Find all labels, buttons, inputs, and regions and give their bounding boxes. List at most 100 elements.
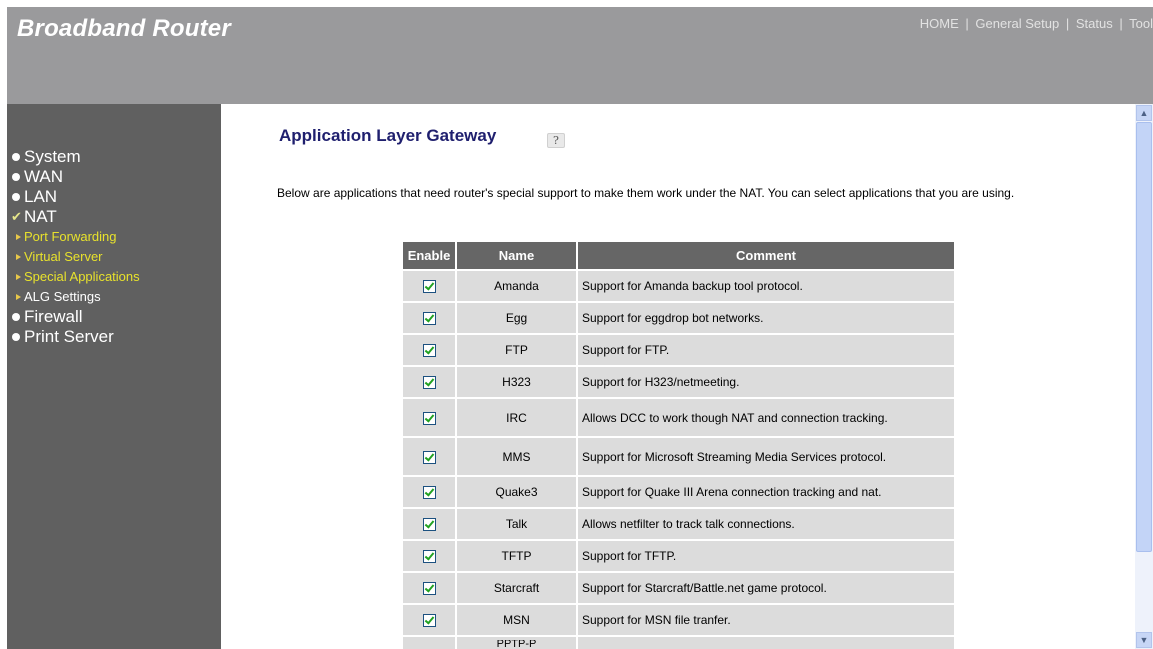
checkbox-checked-icon[interactable]: [422, 344, 436, 358]
triangle-right-icon: [16, 274, 21, 280]
brand-title: Broadband Router: [17, 15, 231, 42]
name-cell: PPTP-P: [457, 637, 576, 649]
bullet-icon: [12, 333, 20, 341]
submenu-virtual-server[interactable]: Virtual Server: [7, 247, 221, 267]
top-navigation: HOME | General Setup | Status | Tool: [920, 16, 1153, 31]
name-cell: MSN: [457, 605, 576, 635]
enable-cell: [403, 637, 455, 649]
table-row: PPTP-P: [403, 637, 954, 649]
name-cell: Starcraft: [457, 573, 576, 603]
nav-separator: |: [965, 16, 969, 31]
checkmark-icon: ✔: [11, 209, 22, 224]
checkbox-checked-icon[interactable]: [422, 376, 436, 390]
nav-tool-link[interactable]: Tool: [1129, 16, 1153, 31]
name-cell: FTP: [457, 335, 576, 365]
comment-cell: [578, 637, 954, 649]
vertical-scrollbar[interactable]: ▲ ▼: [1135, 104, 1153, 649]
enable-cell: [403, 605, 455, 635]
submenu-label: Special Applications: [24, 269, 140, 284]
table-row: H323 Support for H323/netmeeting.: [403, 367, 954, 397]
enable-cell: [403, 335, 455, 365]
nav-separator: |: [1065, 16, 1070, 31]
checkbox-checked-icon[interactable]: [422, 518, 436, 532]
name-cell-text: PPTP-P: [496, 640, 537, 649]
submenu-special-applications[interactable]: Special Applications: [7, 267, 221, 287]
comment-cell: Support for FTP.: [578, 335, 954, 365]
table-row: FTP Support for FTP.: [403, 335, 954, 365]
table-row: Talk Allows netfilter to track talk conn…: [403, 509, 954, 539]
router-page: Broadband Router HOME | General Setup | …: [7, 7, 1153, 649]
header-banner: Broadband Router HOME | General Setup | …: [7, 7, 1153, 104]
submenu-label: Port Forwarding: [24, 229, 117, 244]
sidebar-item-system[interactable]: System: [7, 147, 221, 167]
page-title: Application Layer Gateway: [279, 126, 497, 145]
submenu-alg-settings[interactable]: ALG Settings: [7, 287, 221, 307]
checkbox-checked-icon[interactable]: [422, 582, 436, 596]
sidebar-item-lan[interactable]: LAN: [7, 187, 221, 207]
column-header-comment: Comment: [578, 242, 954, 269]
checkbox-checked-icon[interactable]: [422, 486, 436, 500]
checkbox-checked-icon[interactable]: [422, 550, 436, 564]
page-description: Below are applications that need router'…: [277, 186, 1015, 200]
sidebar-item-wan[interactable]: WAN: [7, 167, 221, 187]
enable-cell: [403, 477, 455, 507]
sidebar-item-label: System: [24, 147, 81, 166]
table-row: MSN Support for MSN file tranfer.: [403, 605, 954, 635]
enable-cell: [403, 399, 455, 436]
checkbox-checked-icon[interactable]: [422, 450, 436, 464]
name-cell: H323: [457, 367, 576, 397]
comment-cell: Support for Quake III Arena connection t…: [578, 477, 954, 507]
name-cell: Talk: [457, 509, 576, 539]
nav-general-setup-link[interactable]: General Setup: [975, 16, 1059, 31]
checkbox-checked-icon[interactable]: [422, 312, 436, 326]
checkbox-checked-icon[interactable]: [422, 280, 436, 294]
enable-cell: [403, 303, 455, 333]
table-row: Starcraft Support for Starcraft/Battle.n…: [403, 573, 954, 603]
triangle-right-icon: [16, 234, 21, 240]
sidebar-item-label: LAN: [24, 187, 58, 206]
enable-cell: [403, 271, 455, 301]
comment-cell: Support for eggdrop bot networks.: [578, 303, 954, 333]
comment-cell: Allows netfilter to track talk connectio…: [578, 509, 954, 539]
enable-cell: [403, 438, 455, 475]
column-header-name: Name: [457, 242, 576, 269]
table-row: Amanda Support for Amanda backup tool pr…: [403, 271, 954, 301]
checkbox-checked-icon[interactable]: [422, 614, 436, 628]
sidebar-item-print-server[interactable]: Print Server: [7, 327, 221, 347]
bullet-icon: [12, 153, 20, 161]
enable-cell: [403, 367, 455, 397]
bullet-icon: [12, 313, 20, 321]
table-header-row: Enable Name Comment: [403, 242, 954, 269]
name-cell: Quake3: [457, 477, 576, 507]
name-cell: Amanda: [457, 271, 576, 301]
table-row: TFTP Support for TFTP.: [403, 541, 954, 571]
submenu-port-forwarding[interactable]: Port Forwarding: [7, 227, 221, 247]
scrollbar-thumb[interactable]: [1136, 122, 1152, 552]
sidebar-item-nat[interactable]: ✔ NAT: [7, 207, 221, 227]
comment-cell: Allows DCC to work though NAT and connec…: [578, 399, 954, 436]
sidebar-item-label: Print Server: [24, 327, 114, 346]
chevron-down-icon[interactable]: ▼: [1136, 632, 1152, 648]
name-cell: Egg: [457, 303, 576, 333]
nav-home-link[interactable]: HOME: [920, 16, 959, 31]
comment-cell: Support for Starcraft/Battle.net game pr…: [578, 573, 954, 603]
sidebar-item-label: Firewall: [24, 307, 83, 326]
chevron-up-icon[interactable]: ▲: [1136, 105, 1152, 121]
enable-cell: [403, 509, 455, 539]
sidebar-menu: System WAN LAN ✔ NAT Port Forwarding Vir…: [7, 147, 221, 347]
comment-cell: Support for H323/netmeeting.: [578, 367, 954, 397]
sidebar: System WAN LAN ✔ NAT Port Forwarding Vir…: [7, 104, 221, 649]
column-header-enable: Enable: [403, 242, 455, 269]
submenu-label: ALG Settings: [24, 289, 101, 304]
comment-cell: Support for Amanda backup tool protocol.: [578, 271, 954, 301]
nav-status-link[interactable]: Status: [1076, 16, 1113, 31]
bullet-icon: [12, 193, 20, 201]
name-cell: TFTP: [457, 541, 576, 571]
comment-cell: Support for TFTP.: [578, 541, 954, 571]
sidebar-item-firewall[interactable]: Firewall: [7, 307, 221, 327]
help-icon[interactable]: ?: [547, 133, 565, 148]
checkbox-checked-icon[interactable]: [422, 411, 436, 425]
submenu-label: Virtual Server: [24, 249, 103, 264]
name-cell: MMS: [457, 438, 576, 475]
triangle-right-icon: [16, 294, 21, 300]
